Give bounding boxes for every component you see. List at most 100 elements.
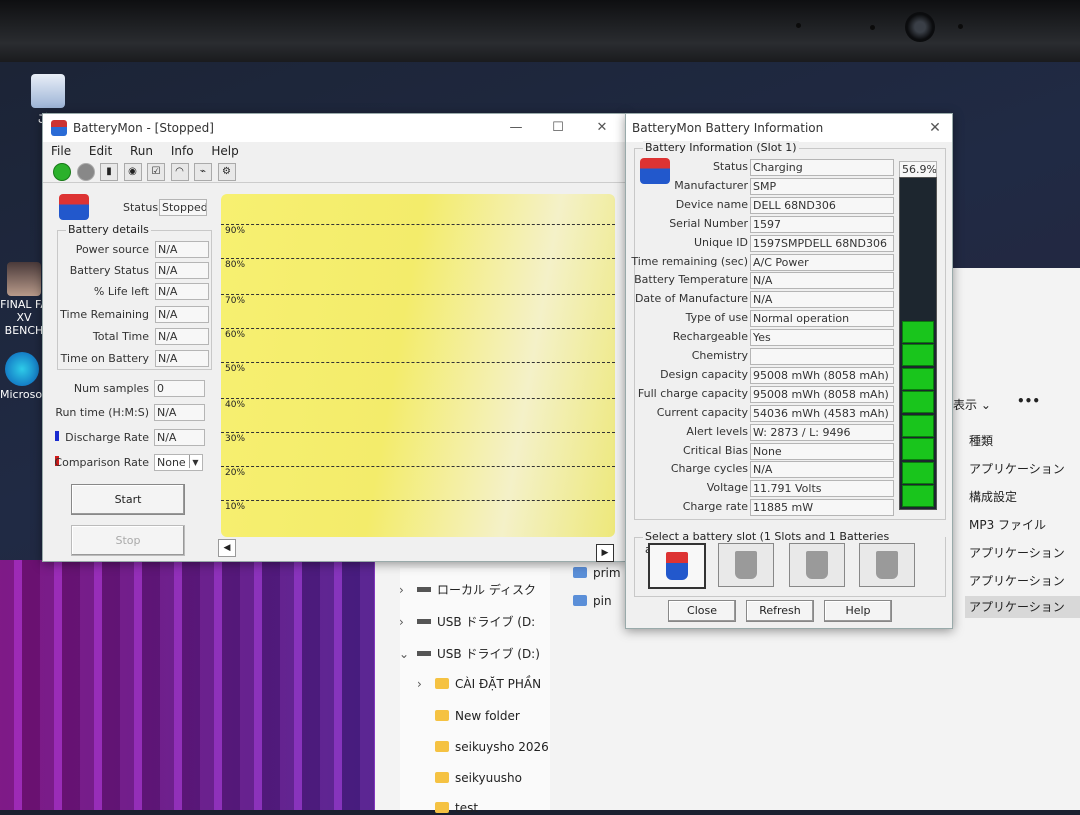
menu-edit[interactable]: Edit — [89, 144, 112, 158]
desktop-icon-label: XV BENCH — [4, 311, 44, 337]
battery-logo-icon — [59, 194, 89, 220]
close-button[interactable]: ✕ — [587, 114, 617, 142]
charge-segment — [902, 461, 934, 484]
graph-tick-label: 50% — [225, 364, 246, 374]
maximize-button[interactable]: ☐ — [543, 114, 573, 142]
bezel-dot — [796, 23, 801, 28]
title-bar: BatteryMon - [Stopped] — ☐ ✕ — [43, 114, 625, 142]
detail-label: Battery Status — [69, 264, 149, 277]
info-value: 1597 — [750, 215, 894, 233]
scroll-right-icon[interactable]: ▶ — [596, 544, 614, 562]
charge-segment — [902, 320, 934, 343]
folder-icon — [435, 678, 449, 689]
info-value: N/A — [750, 461, 894, 479]
chevron-icon[interactable]: › — [399, 583, 417, 597]
nav-item[interactable]: › CÀI ĐẶT PHẦN — [417, 677, 541, 691]
window-title: BatteryMon - [Stopped] — [73, 121, 214, 135]
comparison-rate-select[interactable]: None ▼ — [154, 454, 203, 471]
scroll-left-icon[interactable]: ◀ — [218, 539, 236, 557]
chevron-icon[interactable]: ⌄ — [399, 647, 417, 661]
menu-file[interactable]: File — [51, 144, 71, 158]
nav-item[interactable]: seikyuusho — [417, 771, 522, 785]
start-button[interactable]: Start — [71, 484, 185, 515]
info-close-icon[interactable]: ✕ — [920, 114, 950, 142]
stop-button[interactable]: Stop — [71, 525, 185, 556]
battery-slot-3[interactable] — [789, 543, 845, 587]
drive-icon — [417, 587, 431, 592]
chevron-icon[interactable]: › — [399, 615, 417, 629]
graph-tick-label: 60% — [225, 330, 246, 340]
gauge-icon[interactable]: ◠ — [170, 163, 189, 181]
start-icon[interactable] — [53, 163, 71, 181]
type-cell: アプリケーション — [969, 574, 1065, 588]
discharge-rate-label: Discharge Rate — [65, 431, 149, 444]
status-field: Stopped — [159, 199, 207, 216]
battery-slot-4[interactable] — [859, 543, 915, 587]
graph-gridline — [221, 398, 615, 399]
battery-info-icon[interactable]: ▮ — [100, 163, 118, 181]
graph-tick-label: 40% — [225, 400, 246, 410]
detail-field: N/A — [155, 306, 209, 323]
graph-gridline — [221, 294, 615, 295]
info-value: Yes — [750, 329, 894, 347]
folder-icon — [435, 741, 449, 752]
nav-item[interactable]: seikuysho 2026 — [417, 740, 549, 754]
charge-segment — [902, 367, 934, 390]
nav-item-label: USB ドライブ (D: — [437, 615, 536, 629]
close-button[interactable]: Close — [668, 600, 736, 622]
minimize-button[interactable]: — — [501, 114, 531, 142]
info-label: Battery Temperature — [634, 273, 748, 287]
nav-item[interactable]: test — [417, 801, 478, 815]
chevron-icon[interactable]: › — [417, 677, 435, 691]
menu-help[interactable]: Help — [211, 144, 238, 158]
file-row[interactable]: pin — [573, 594, 612, 608]
battery-app-icon — [51, 120, 67, 136]
info-label: Alert levels — [686, 424, 748, 438]
stop-icon[interactable] — [76, 163, 95, 181]
info-label: Date of Manufacture — [634, 292, 748, 306]
menu-info[interactable]: Info — [171, 144, 194, 158]
info-label: Serial Number — [669, 216, 748, 230]
battery-slot-1[interactable] — [648, 543, 706, 589]
graph-gridline — [221, 224, 615, 225]
more-icon[interactable]: ••• — [1017, 394, 1040, 408]
nav-item[interactable]: › USB ドライブ (D: — [399, 613, 535, 630]
help-button[interactable]: Help — [824, 600, 892, 622]
battery-slot-2[interactable] — [718, 543, 774, 587]
bezel-dot — [870, 25, 875, 30]
run-time-field: N/A — [154, 404, 205, 421]
battery-details-title: Battery details — [66, 223, 151, 236]
graph-tick-label: 70% — [225, 296, 246, 306]
info-value — [750, 348, 894, 365]
view-menu[interactable]: 表示 ⌄ — [953, 396, 991, 413]
bezel-dot — [958, 24, 963, 29]
type-cell: 構成設定 — [969, 490, 1018, 504]
chevron-down-icon[interactable]: ▼ — [189, 455, 201, 468]
checklist-icon[interactable]: ☑ — [147, 163, 165, 181]
file-row[interactable]: prim — [573, 566, 621, 580]
type-cell: アプリケーション — [969, 462, 1065, 476]
edge-icon[interactable]: Microsof — [0, 352, 46, 401]
nav-item-label: USB ドライブ (D:) — [437, 647, 540, 661]
info-value: 95008 mWh (8058 mAh) — [750, 366, 894, 384]
plug-icon[interactable]: ⌁ — [194, 163, 212, 181]
charge-segment — [902, 344, 934, 366]
info-label: Voltage — [706, 481, 748, 495]
nav-item[interactable]: New folder — [417, 709, 520, 723]
refresh-button[interactable]: Refresh — [746, 600, 814, 622]
charge-segment — [902, 414, 934, 437]
laptop-bezel — [0, 0, 1080, 62]
final-fantasy-bench-icon[interactable]: FINAL FA XV BENCH — [0, 262, 48, 337]
nav-item[interactable]: ⌄ USB ドライブ (D:) — [399, 645, 540, 662]
settings-icon[interactable]: ⚙ — [217, 163, 236, 181]
num-samples-field: 0 — [154, 380, 205, 397]
menu-run[interactable]: Run — [130, 144, 153, 158]
nav-item[interactable]: › ローカル ディスク — [399, 581, 536, 598]
desktop-icon-label: FINAL FA — [0, 298, 48, 311]
charge-level-bar — [899, 177, 937, 510]
battery-graph: 90% 80% 70% 60% 50% 40% 30% 20% 10% — [221, 194, 615, 537]
battery-information-window: BatteryMon Battery Information ✕ Battery… — [625, 113, 953, 629]
info-value: None — [750, 442, 894, 460]
globe-icon[interactable]: ◉ — [123, 163, 142, 181]
menu-bar: File Edit Run Info Help — [43, 142, 625, 160]
